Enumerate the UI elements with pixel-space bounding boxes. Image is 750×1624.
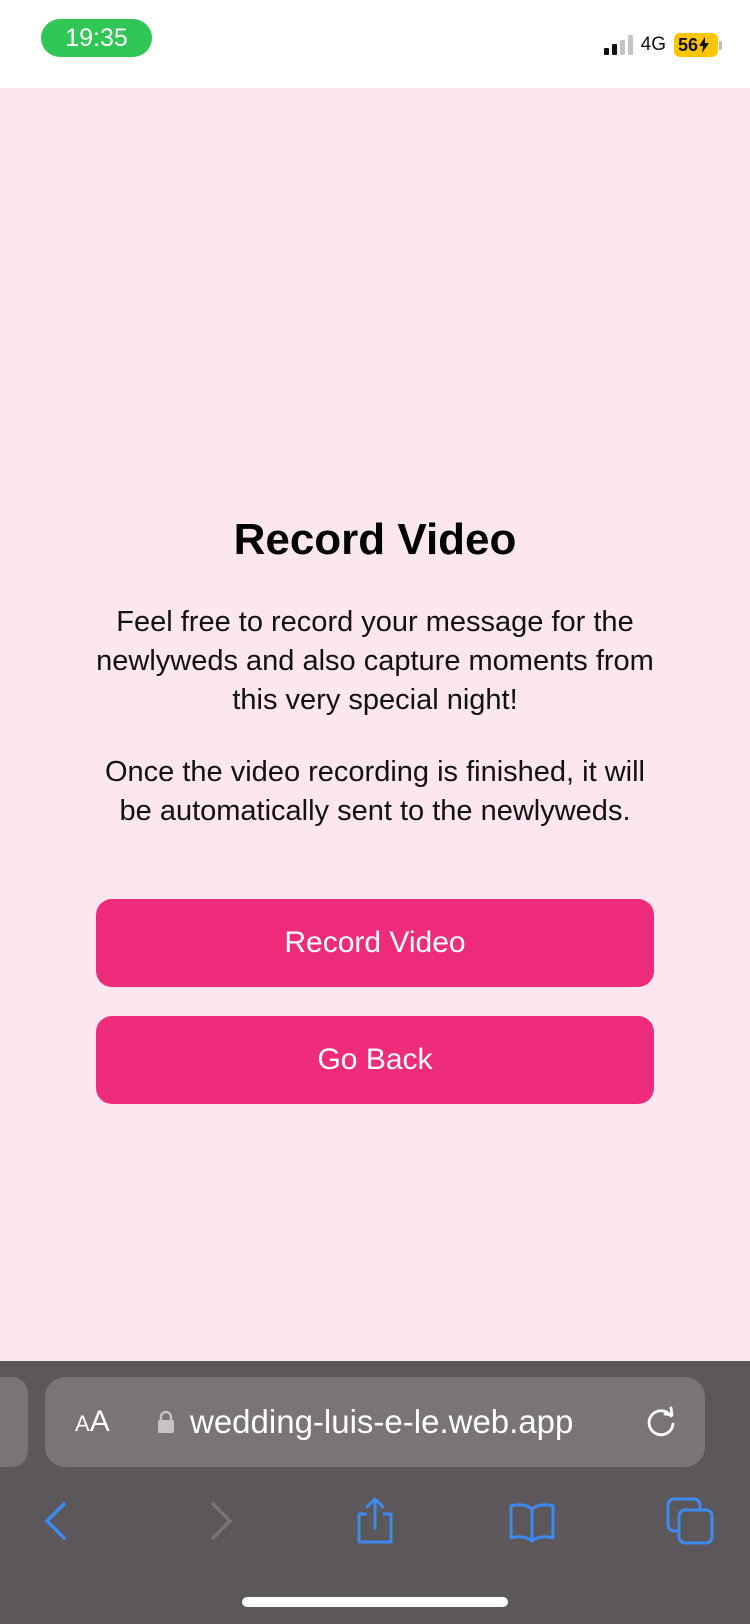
- info-paragraph: Once the video recording is finished, it…: [105, 756, 645, 827]
- previous-tab-preview[interactable]: [0, 1377, 28, 1467]
- bookmarks-icon[interactable]: [507, 1496, 557, 1546]
- tabs-icon[interactable]: [665, 1496, 715, 1546]
- share-icon[interactable]: [350, 1496, 400, 1546]
- browser-toolbar: AA wedding-luis-e-le.web.app: [0, 1361, 750, 1624]
- url-text[interactable]: wedding-luis-e-le.web.app: [190, 1377, 573, 1467]
- battery-icon: 56: [674, 33, 722, 57]
- cellular-signal-icon: [603, 35, 633, 55]
- page-title: Record Video: [233, 515, 517, 564]
- charging-bolt-icon: [699, 37, 710, 53]
- forward-arrow-icon[interactable]: [195, 1496, 245, 1546]
- network-type: 4G: [640, 34, 666, 55]
- lock-icon: [158, 1411, 174, 1433]
- go-back-button[interactable]: Go Back: [96, 1016, 654, 1104]
- home-indicator[interactable]: [242, 1597, 508, 1607]
- status-bar: 19:35 4G 56: [0, 0, 750, 88]
- reload-icon[interactable]: [643, 1404, 679, 1440]
- status-time[interactable]: 19:35: [41, 19, 152, 57]
- status-indicators: 4G 56: [603, 32, 722, 58]
- record-video-button[interactable]: Record Video: [96, 899, 654, 987]
- text-size-button[interactable]: AA: [75, 1377, 110, 1467]
- battery-level: 56: [678, 35, 699, 55]
- back-arrow-icon[interactable]: [32, 1496, 82, 1546]
- page-content: [0, 88, 750, 1361]
- intro-paragraph: Feel free to record your message for the…: [96, 606, 654, 716]
- address-bar[interactable]: AA wedding-luis-e-le.web.app: [45, 1377, 705, 1467]
